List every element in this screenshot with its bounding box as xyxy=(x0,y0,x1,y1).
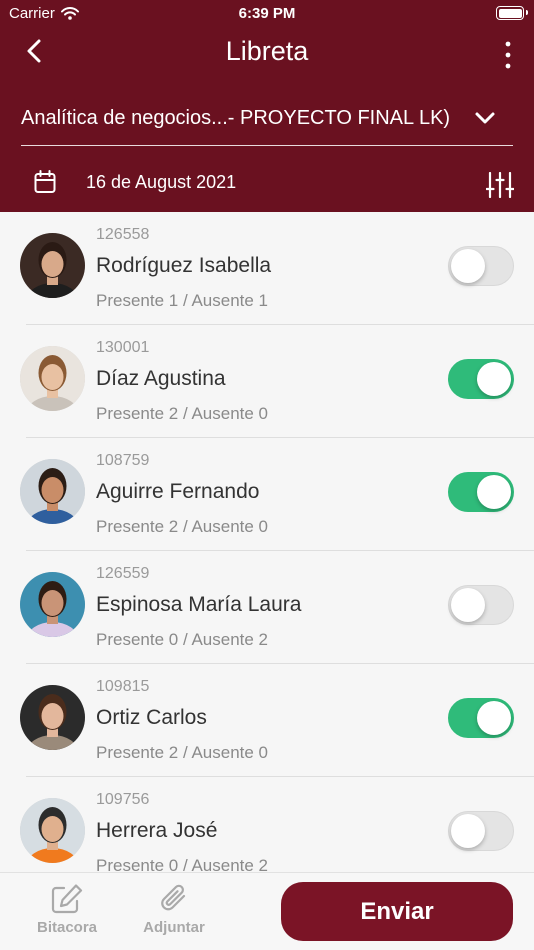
student-id: 130001 xyxy=(96,339,150,356)
toggle-knob xyxy=(477,362,511,396)
adjuntar-button[interactable]: Adjuntar xyxy=(134,883,214,936)
toggle-knob xyxy=(451,249,485,283)
student-row: 130001 Díaz Agustina Presente 2 / Ausent… xyxy=(0,325,534,438)
student-list: 126558 Rodríguez Isabella Presente 1 / A… xyxy=(0,212,534,872)
student-name: Aguirre Fernando xyxy=(96,480,260,503)
send-button[interactable]: Enviar xyxy=(281,882,513,941)
student-row: 109815 Ortiz Carlos Presente 2 / Ausente… xyxy=(0,664,534,777)
student-id: 126558 xyxy=(96,226,150,243)
attendance-summary: Presente 2 / Ausente 0 xyxy=(96,517,269,536)
student-id: 109815 xyxy=(96,678,150,695)
more-vertical-icon[interactable] xyxy=(500,40,516,70)
toggle-knob xyxy=(477,475,511,509)
course-name: Analítica de negocios...- PROYECTO FINAL… xyxy=(21,107,451,129)
bottom-toolbar: Bitacora Adjuntar Enviar xyxy=(0,872,534,950)
chevron-down-icon xyxy=(475,112,495,124)
attendance-summary: Presente 2 / Ausente 0 xyxy=(96,743,269,762)
calendar-icon xyxy=(34,170,56,193)
course-selector[interactable]: Analítica de negocios...- PROYECTO FINAL… xyxy=(21,100,513,146)
student-name: Díaz Agustina xyxy=(96,367,226,390)
attendance-toggle[interactable] xyxy=(448,811,514,851)
toggle-knob xyxy=(477,701,511,735)
date-selector[interactable]: 16 de August 2021 xyxy=(0,160,534,206)
date-label: 16 de August 2021 xyxy=(86,172,237,192)
battery-icon xyxy=(496,6,528,20)
student-row: 108759 Aguirre Fernando Presente 2 / Aus… xyxy=(0,438,534,551)
bitacora-label: Bitacora xyxy=(36,919,98,936)
attendance-summary: Presente 0 / Ausente 2 xyxy=(96,856,269,872)
paperclip-icon xyxy=(161,884,186,911)
navigation-bar: Libreta xyxy=(0,30,534,76)
attendance-toggle[interactable] xyxy=(448,359,514,399)
student-name: Espinosa María Laura xyxy=(96,593,302,616)
student-id: 126559 xyxy=(96,565,150,582)
student-row: 126558 Rodríguez Isabella Presente 1 / A… xyxy=(0,212,534,325)
page-title: Libreta xyxy=(225,36,309,66)
student-avatar xyxy=(20,685,85,750)
attendance-toggle[interactable] xyxy=(448,585,514,625)
attendance-summary: Presente 1 / Ausente 1 xyxy=(96,291,269,310)
adjuntar-label: Adjuntar xyxy=(143,919,205,936)
sliders-icon[interactable] xyxy=(486,172,514,198)
student-id: 109756 xyxy=(96,791,150,808)
student-avatar xyxy=(20,798,85,863)
toggle-knob xyxy=(451,588,485,622)
student-avatar xyxy=(20,459,85,524)
student-id: 108759 xyxy=(96,452,150,469)
student-name: Herrera José xyxy=(96,819,218,842)
attendance-toggle[interactable] xyxy=(448,246,514,286)
edit-icon xyxy=(51,884,83,914)
app-header: Carrier 6:39 PM Libreta Analítica de neg… xyxy=(0,0,534,212)
student-row: 109756 Herrera José Presente 0 / Ausente… xyxy=(0,777,534,872)
student-avatar xyxy=(20,346,85,411)
attendance-toggle[interactable] xyxy=(448,472,514,512)
student-avatar xyxy=(20,572,85,637)
bitacora-button[interactable]: Bitacora xyxy=(27,883,107,936)
student-name: Rodríguez Isabella xyxy=(96,254,272,277)
attendance-toggle[interactable] xyxy=(448,698,514,738)
attendance-summary: Presente 2 / Ausente 0 xyxy=(96,404,269,423)
student-row: 126559 Espinosa María Laura Presente 0 /… xyxy=(0,551,534,664)
student-name: Ortiz Carlos xyxy=(96,706,207,729)
student-avatar xyxy=(20,233,85,298)
status-bar: Carrier 6:39 PM xyxy=(0,0,534,28)
status-time: 6:39 PM xyxy=(238,5,296,22)
attendance-summary: Presente 0 / Ausente 2 xyxy=(96,630,269,649)
toggle-knob xyxy=(451,814,485,848)
